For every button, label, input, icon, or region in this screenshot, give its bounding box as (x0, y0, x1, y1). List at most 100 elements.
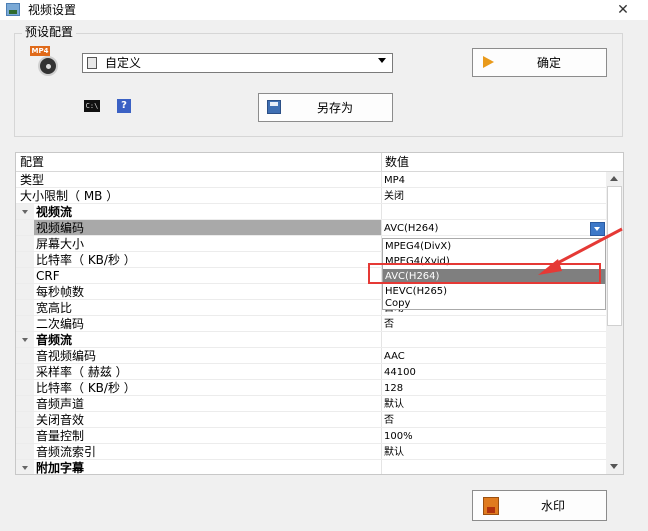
property-name: 关闭音效 (36, 413, 85, 427)
cell-divider (381, 348, 382, 364)
cell-divider (381, 460, 382, 474)
scroll-down-icon[interactable] (610, 464, 618, 469)
property-name: 视频流 (36, 205, 73, 219)
collapse-icon[interactable] (22, 210, 28, 214)
row-gutter (16, 364, 34, 380)
row-gutter (16, 220, 34, 236)
property-grid: 配置 数值 类型 MP4 大小限制（ MB ） 关闭 视频流视频编码 AVC(H264) 屏… (15, 152, 624, 475)
property-name: 比特率（ KB/秒 ） (36, 253, 136, 267)
property-row[interactable]: 音量控制 100% (16, 428, 606, 444)
row-gutter (16, 316, 34, 332)
row-gutter (16, 252, 34, 268)
row-gutter (16, 444, 34, 460)
property-row[interactable]: 比特率（ KB/秒 ） 128 (16, 380, 606, 396)
preset-select[interactable]: 自定义 (82, 53, 393, 73)
cell-divider (381, 332, 382, 348)
category-row[interactable]: 视频流 (16, 204, 606, 220)
property-row[interactable]: 视频编码 AVC(H264) (16, 220, 606, 236)
app-icon (6, 3, 20, 16)
row-gutter (16, 236, 34, 252)
grid-header: 配置 数值 (16, 153, 623, 172)
property-name: 音频流 (36, 333, 73, 347)
property-name: 视频编码 (36, 221, 85, 235)
collapse-icon[interactable] (22, 466, 28, 470)
category-row[interactable]: 附加字幕 (16, 460, 606, 475)
property-value[interactable]: 默认 (384, 446, 404, 459)
property-row[interactable]: 关闭音效 否 (16, 412, 606, 428)
scroll-up-icon[interactable] (610, 176, 618, 181)
property-name: 每秒帧数 (36, 285, 85, 299)
mp4-format-icon: MP4 (30, 46, 62, 80)
floppy-disk-icon (267, 100, 281, 114)
vertical-scrollbar[interactable] (606, 172, 623, 474)
cell-divider (381, 396, 382, 412)
property-row[interactable]: 类型 MP4 (16, 172, 606, 188)
property-value[interactable]: MP4 (384, 174, 405, 187)
row-gutter (16, 268, 34, 284)
chevron-down-icon (378, 58, 386, 63)
cell-divider (381, 364, 382, 380)
arrow-right-icon (483, 56, 494, 68)
property-name: 宽高比 (36, 301, 73, 315)
row-gutter (16, 412, 34, 428)
save-as-button[interactable]: 另存为 (258, 93, 393, 122)
watermark-icon (483, 497, 499, 515)
cell-divider (381, 428, 382, 444)
property-name: 比特率（ KB/秒 ） (36, 381, 136, 395)
cell-divider (381, 172, 382, 188)
watermark-button[interactable]: 水印 (472, 490, 607, 521)
ok-button[interactable]: 确定 (472, 48, 607, 77)
preset-doc-icon (87, 57, 97, 69)
property-row[interactable]: 音频流索引 默认 (16, 444, 606, 460)
preset-group-label: 预设配置 (22, 25, 77, 39)
collapse-icon[interactable] (22, 338, 28, 342)
film-reel-icon (38, 56, 58, 76)
category-row[interactable]: 音频流 (16, 332, 606, 348)
row-gutter (16, 428, 34, 444)
property-row[interactable]: 二次编码 否 (16, 316, 606, 332)
property-value[interactable]: 100% (384, 430, 413, 443)
property-value[interactable]: 否 (384, 318, 394, 331)
cell-divider (381, 412, 382, 428)
close-icon[interactable]: ✕ (612, 1, 634, 19)
row-gutter (16, 348, 34, 364)
property-name: 音频声道 (36, 397, 85, 411)
row-gutter (16, 300, 34, 316)
property-value[interactable]: 128 (384, 382, 403, 395)
property-row[interactable]: 采样率（ 赫兹 ） 44100 (16, 364, 606, 380)
property-value[interactable]: AAC (384, 350, 405, 363)
annotation-arrow-icon (538, 227, 623, 275)
property-name: 附加字幕 (36, 461, 85, 475)
title-bar: 视频设置 ✕ (0, 0, 648, 20)
property-name: 音量控制 (36, 429, 85, 443)
property-row[interactable]: 音视频编码 AAC (16, 348, 606, 364)
header-value: 数值 (385, 155, 410, 169)
property-row[interactable]: 音频声道 默认 (16, 396, 606, 412)
property-value[interactable]: 关闭 (384, 190, 404, 203)
property-value[interactable]: 44100 (384, 366, 416, 379)
property-value[interactable]: 默认 (384, 398, 404, 411)
row-gutter (16, 284, 34, 300)
property-name: 二次编码 (36, 317, 85, 331)
cell-divider (381, 316, 382, 332)
dropdown-option[interactable]: Copy (383, 296, 605, 311)
property-value[interactable]: 否 (384, 414, 394, 427)
property-row[interactable]: 大小限制（ MB ） 关闭 (16, 188, 606, 204)
row-gutter (16, 396, 34, 412)
mp4-tag: MP4 (30, 46, 50, 56)
help-icon[interactable]: ? (117, 99, 131, 113)
cell-divider (381, 380, 382, 396)
property-name: 类型 (20, 173, 45, 187)
cell-divider (381, 220, 382, 236)
property-name: 音视频编码 (36, 349, 97, 363)
property-value[interactable]: AVC(H264) (384, 222, 438, 235)
property-name: 音频流索引 (36, 445, 97, 459)
property-name: 采样率（ 赫兹 ） (36, 365, 128, 379)
property-name: 屏幕大小 (36, 237, 85, 251)
watermark-label: 水印 (541, 499, 566, 513)
cell-divider (381, 444, 382, 460)
cell-divider (381, 188, 382, 204)
command-prompt-icon[interactable]: C:\ (84, 100, 100, 112)
column-separator[interactable] (381, 153, 382, 171)
window-title: 视频设置 (28, 3, 77, 17)
